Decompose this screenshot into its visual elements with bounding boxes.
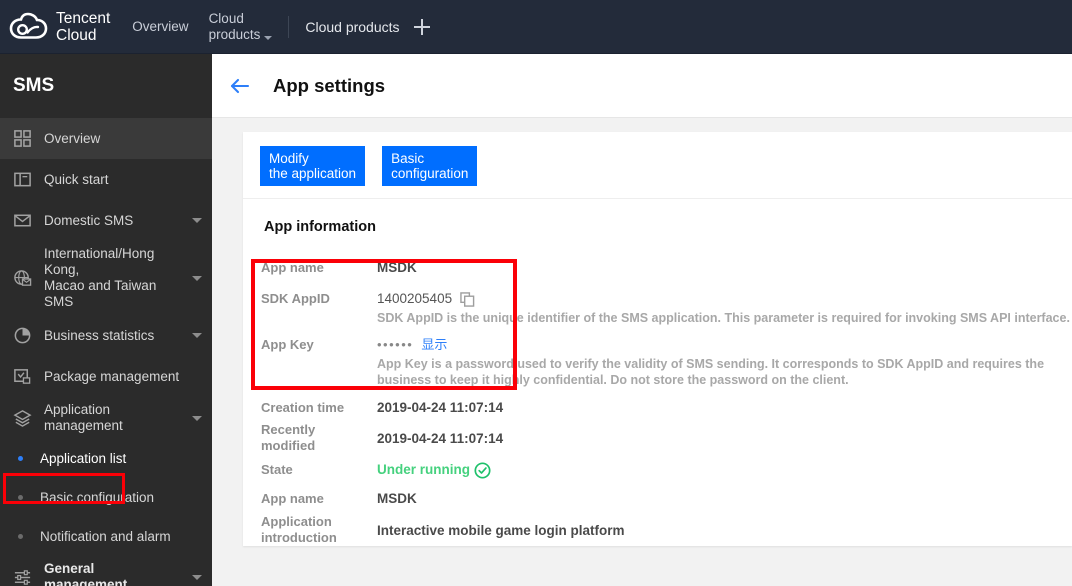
info-value: 2019-04-24 11:07:14 bbox=[377, 431, 504, 446]
info-row-sdk-appid: SDK AppID 1400205405 SDK AppID is the un… bbox=[243, 290, 1072, 326]
sidebar-title: SMS bbox=[13, 75, 55, 96]
section-title: App information bbox=[264, 219, 376, 235]
info-row-app-name-2: App name MSDK bbox=[243, 490, 1072, 508]
info-label: Application introduction bbox=[261, 514, 337, 545]
sdk-appid-value: 1400205405 bbox=[377, 291, 453, 306]
chevron-down-icon bbox=[192, 275, 202, 281]
info-label: SDK AppID bbox=[261, 291, 330, 306]
status-badge: Under running bbox=[377, 461, 491, 479]
sidebar-item-general-management-label: General management bbox=[44, 561, 128, 586]
app-key-masked-value: •••••• bbox=[377, 337, 414, 352]
sdk-appid-description: SDK AppID is the unique identifier of th… bbox=[377, 311, 1070, 325]
globe-envelope-icon bbox=[14, 269, 32, 286]
plus-icon[interactable] bbox=[413, 18, 430, 35]
sidebar-item-general-management[interactable]: General management bbox=[0, 556, 212, 586]
sidebar-item-quick-start[interactable]: Quick start bbox=[0, 159, 212, 200]
show-app-key-link[interactable]: 显示 bbox=[421, 336, 447, 354]
content-area: Modify the application Basic configurati… bbox=[212, 118, 1072, 586]
info-label: Creation time bbox=[261, 400, 345, 415]
info-row-app-key: App Key •••••• 显示 App Key is a password … bbox=[243, 336, 1072, 388]
sliders-icon bbox=[14, 569, 31, 585]
grid-icon bbox=[14, 130, 31, 147]
nav-item-cloud-products-label: Cloud products bbox=[208, 10, 261, 42]
sidebar: SMS Overview Quick start Domestic SMS In… bbox=[0, 54, 212, 586]
chevron-down-icon bbox=[192, 333, 202, 338]
app-key-description: App Key is a password used to verify the… bbox=[377, 357, 1045, 387]
sidebar-item-application-management-label: Application management bbox=[44, 402, 123, 433]
info-row-state: State Under running bbox=[243, 461, 1072, 479]
main-content: App settings Modify the application Basi… bbox=[212, 54, 1072, 586]
chevron-down-icon bbox=[192, 415, 202, 421]
sidebar-item-package-management-label: Package management bbox=[44, 368, 180, 384]
sidebar-item-overview-label: Overview bbox=[44, 130, 101, 146]
info-row-recently-modified: Recently modified 2019-04-24 11:07:14 bbox=[243, 421, 1072, 454]
bullet-dot-icon bbox=[18, 456, 23, 461]
back-arrow-icon[interactable] bbox=[229, 75, 251, 97]
page-header: App settings bbox=[212, 54, 1072, 118]
chevron-down-icon bbox=[264, 35, 273, 40]
sidebar-item-application-management[interactable]: Application management bbox=[0, 397, 212, 439]
tab-bar: Modify the application Basic configurati… bbox=[243, 132, 1072, 199]
sidebar-item-international-sms[interactable]: International/Hong Kong, Macao and Taiwa… bbox=[0, 241, 212, 315]
sidebar-item-overview[interactable]: Overview bbox=[0, 118, 212, 159]
sidebar-item-international-sms-label: International/Hong Kong, Macao and Taiwa… bbox=[44, 246, 157, 309]
info-value: MSDK bbox=[377, 260, 417, 275]
envelope-icon bbox=[14, 214, 31, 227]
sidebar-item-application-list-label: Application list bbox=[40, 451, 127, 466]
nav-item-cloud-products[interactable]: Cloud products bbox=[209, 11, 273, 43]
page-title: App settings bbox=[273, 74, 386, 96]
info-label: Recently modified bbox=[261, 422, 316, 453]
info-value: Interactive mobile game login platform bbox=[377, 523, 625, 538]
tab-modify-the-application[interactable]: Modify the application bbox=[260, 146, 366, 186]
sidebar-item-notification-and-alarm[interactable]: Notification and alarm bbox=[0, 517, 212, 556]
info-label: App name bbox=[261, 260, 324, 275]
info-value: MSDK bbox=[377, 491, 417, 506]
sidebar-item-application-list[interactable]: Application list bbox=[0, 439, 212, 478]
bullet-dot-icon bbox=[18, 495, 23, 500]
info-value: 2019-04-24 11:07:14 bbox=[377, 400, 504, 415]
chevron-down-icon bbox=[192, 574, 202, 580]
sidebar-item-notification-alarm-label: Notification and alarm bbox=[40, 529, 171, 544]
package-icon bbox=[14, 369, 31, 384]
cloud-products-shortcut[interactable]: Cloud products bbox=[305, 18, 430, 35]
pie-chart-icon bbox=[14, 327, 31, 344]
sidebar-item-basic-configuration[interactable]: Basic configuration bbox=[0, 478, 212, 517]
info-label: State bbox=[261, 462, 293, 477]
sidebar-item-basic-configuration-label: Basic configuration bbox=[40, 490, 155, 505]
info-row-creation-time: Creation time 2019-04-24 11:07:14 bbox=[243, 399, 1072, 417]
info-label: App Key bbox=[261, 337, 314, 352]
sidebar-item-domestic-sms[interactable]: Domestic SMS bbox=[0, 200, 212, 241]
bullet-dot-icon bbox=[18, 534, 23, 539]
brand-name: Tencent Cloud bbox=[56, 9, 111, 44]
copy-icon[interactable] bbox=[460, 291, 475, 307]
primary-nav: Overview Cloud products bbox=[132, 11, 273, 43]
layers-icon bbox=[13, 409, 32, 427]
sidebar-item-domestic-sms-label: Domestic SMS bbox=[44, 212, 134, 228]
sidebar-item-business-statistics[interactable]: Business statistics bbox=[0, 315, 212, 356]
cloud-products-shortcut-label: Cloud products bbox=[305, 18, 400, 35]
top-navigation-bar: Tencent Cloud Overview Cloud products Cl… bbox=[0, 0, 1072, 54]
brand-logo-area[interactable]: Tencent Cloud bbox=[0, 10, 110, 44]
chevron-down-icon bbox=[192, 218, 202, 223]
nav-divider bbox=[288, 15, 290, 38]
nav-item-overview[interactable]: Overview bbox=[132, 19, 188, 35]
info-row-application-introduction: Application introduction Interactive mob… bbox=[243, 513, 1072, 546]
sidebar-item-quick-start-label: Quick start bbox=[44, 171, 109, 187]
book-icon bbox=[14, 172, 31, 187]
info-label: App name bbox=[261, 491, 324, 506]
sidebar-item-package-management[interactable]: Package management bbox=[0, 356, 212, 397]
cloud-logo-icon bbox=[9, 12, 48, 39]
app-information-section: App information App name MSDK SDK AppID … bbox=[243, 199, 1072, 546]
sidebar-item-business-statistics-label: Business statistics bbox=[44, 327, 155, 343]
app-settings-card: Modify the application Basic configurati… bbox=[243, 132, 1072, 546]
status-badge-label: Under running bbox=[377, 462, 470, 477]
info-row-app-name: App name MSDK bbox=[243, 259, 1072, 277]
check-circle-icon bbox=[474, 461, 491, 479]
tab-basic-configuration[interactable]: Basic configuration bbox=[382, 146, 478, 186]
